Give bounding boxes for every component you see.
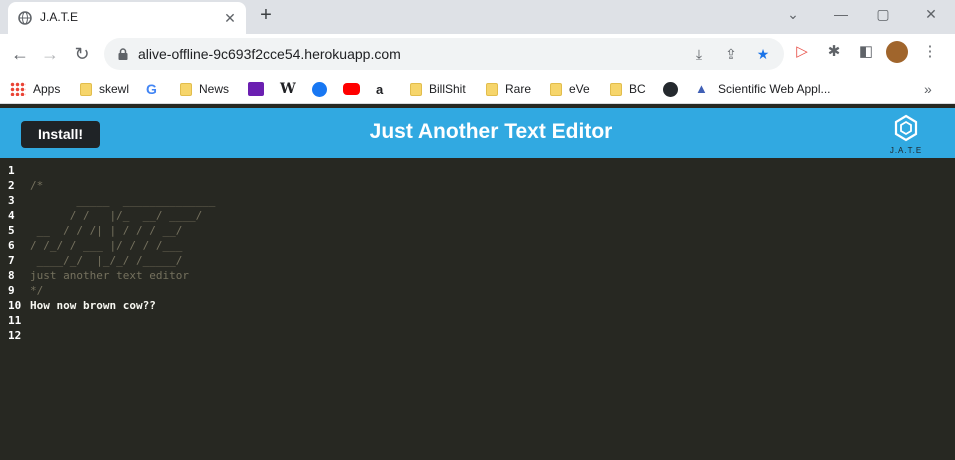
bookmark-bc[interactable]: BC — [610, 80, 646, 98]
bookmark-label: skewl — [99, 82, 130, 96]
editor-line[interactable]: 6 / /_/ / ___ |/ / / /___ — [0, 238, 955, 253]
line-number: 10 — [8, 299, 22, 312]
close-tab-icon[interactable]: ✕ — [222, 10, 238, 26]
bookmark-label: BC — [629, 82, 646, 96]
bookmark-star-icon[interactable]: ★ — [754, 45, 772, 63]
code-editor[interactable]: 1 2/* 3 _____ ______________ 4 / / |/_ __/ … — [0, 158, 955, 460]
youtube-icon[interactable] — [343, 80, 367, 98]
install-app-icon[interactable]: ⤓ — [690, 45, 708, 63]
line-number: 11 — [8, 314, 22, 327]
folder-icon — [80, 82, 92, 96]
line-text: / / |/_ __/ ____/ — [30, 209, 203, 222]
line-number: 5 — [8, 224, 15, 237]
forward-button[interactable]: → — [38, 42, 62, 66]
editor-line[interactable]: 10 How now brown cow?? — [0, 298, 955, 313]
chevron-down-icon[interactable]: ⌄ — [770, 0, 816, 30]
line-text: _____ ______________ — [30, 194, 216, 207]
jate-logo-icon — [894, 114, 918, 142]
close-window-button[interactable]: ✕ — [908, 0, 954, 30]
editor-line[interactable]: 4 / / |/_ __/ ____/ — [0, 208, 955, 223]
folder-icon — [486, 82, 498, 96]
bookmark-label: Apps — [33, 82, 61, 96]
new-tab-button[interactable]: + — [256, 5, 276, 25]
mail-icon[interactable] — [248, 80, 271, 98]
line-text: / /_/ / ___ |/ / / /___ — [30, 239, 183, 252]
minimize-button[interactable]: — — [818, 0, 864, 30]
github-icon[interactable] — [663, 80, 685, 98]
line-number: 9 — [8, 284, 15, 297]
tab-strip: J.A.T.E ✕ + ⌄ — ▢ ✕ — [0, 0, 955, 34]
line-number: 1 — [8, 164, 15, 177]
bookmark-rare[interactable]: Rare — [486, 80, 531, 98]
line-number: 7 — [8, 254, 15, 267]
avatar[interactable] — [886, 41, 908, 63]
line-text: just another text editor — [30, 269, 189, 282]
url-text: alive-offline-9c693f2cce54.herokuapp.com — [138, 46, 401, 62]
facebook-icon[interactable] — [312, 80, 334, 98]
line-number: 6 — [8, 239, 15, 252]
editor-line[interactable]: 5 __ / / /| | / / / __/ — [0, 223, 955, 238]
line-number: 3 — [8, 194, 15, 207]
line-text: */ — [30, 284, 44, 297]
folder-icon — [610, 82, 622, 96]
bookmark-news[interactable]: News — [180, 80, 229, 98]
extension-cast-icon[interactable]: ▷ — [792, 42, 812, 62]
wikipedia-icon[interactable]: W — [280, 80, 296, 98]
editor-line[interactable]: 12 — [0, 328, 955, 343]
editor-line[interactable]: 3 _____ ______________ — [0, 193, 955, 208]
line-number: 8 — [8, 269, 15, 282]
editor-line[interactable]: 7 ____/_/ |_/_/ /_____/ — [0, 253, 955, 268]
jate-logo: J.A.T.E — [884, 113, 928, 157]
side-panel-icon[interactable]: ◧ — [856, 42, 876, 62]
globe-icon — [18, 11, 32, 25]
editor-line[interactable]: 2 /* — [0, 178, 955, 193]
line-text: /* — [30, 179, 44, 192]
line-number: 2 — [8, 179, 15, 192]
folder-icon — [410, 82, 422, 96]
line-number: 4 — [8, 209, 15, 222]
line-text: ____/_/ |_/_/ /_____/ — [30, 254, 183, 267]
bookmark-label: News — [199, 82, 230, 96]
line-text: __ / / /| | / / / __/ — [30, 224, 183, 237]
bookmark-apps[interactable]: Apps — [10, 80, 60, 98]
editor-line[interactable]: 9 */ — [0, 283, 955, 298]
line-text: How now brown cow?? — [30, 299, 156, 312]
logo-text: J.A.T.E — [889, 146, 923, 155]
puzzle-icon[interactable]: ✱ — [824, 42, 844, 62]
bookmark-label: Scientific Web Appl... — [718, 82, 831, 96]
browser-tab[interactable]: J.A.T.E ✕ — [8, 2, 246, 34]
share-icon[interactable]: ⇪ — [722, 45, 740, 63]
bookmark-label: BillShit — [429, 82, 466, 96]
google-icon[interactable]: G — [146, 80, 157, 98]
app-header: Install! Just Another Text Editor J.A.T.… — [0, 108, 955, 158]
editor-line[interactable]: 11 — [0, 313, 955, 328]
line-number: 12 — [8, 329, 22, 342]
tab-title: J.A.T.E — [40, 10, 79, 24]
folder-icon — [180, 82, 192, 96]
maximize-button[interactable]: ▢ — [860, 0, 906, 30]
lock-icon — [118, 48, 128, 60]
page-title: Just Another Text Editor — [369, 120, 613, 143]
menu-kebab-icon[interactable]: ⋮ — [920, 42, 940, 62]
apps-grid-icon — [10, 82, 26, 96]
triangle-logo-icon: ▲ — [695, 81, 708, 96]
more-bookmarks-icon[interactable]: » — [924, 80, 932, 98]
bookmark-label: eVe — [569, 82, 590, 96]
amazon-icon[interactable]: a — [376, 80, 383, 98]
bookmark-skewl[interactable]: skewl — [80, 80, 129, 98]
reload-button[interactable]: ↻ — [70, 42, 94, 66]
bookmark-label: Rare — [505, 82, 532, 96]
bookmark-billshit[interactable]: BillShit — [410, 80, 466, 98]
editor-line[interactable]: 8 just another text editor — [0, 268, 955, 283]
back-button[interactable]: ← — [8, 42, 32, 66]
address-bar[interactable]: alive-offline-9c693f2cce54.herokuapp.com… — [104, 38, 784, 70]
bookmarks-bar: Apps skewl G News W a BillShit Rare eVe … — [0, 74, 955, 104]
bookmark-scientific-web-app[interactable]: ▲ Scientific Web Appl... — [695, 80, 831, 98]
bookmark-eve[interactable]: eVe — [550, 80, 590, 98]
editor-line[interactable]: 1 — [0, 163, 955, 178]
folder-icon — [550, 82, 562, 96]
